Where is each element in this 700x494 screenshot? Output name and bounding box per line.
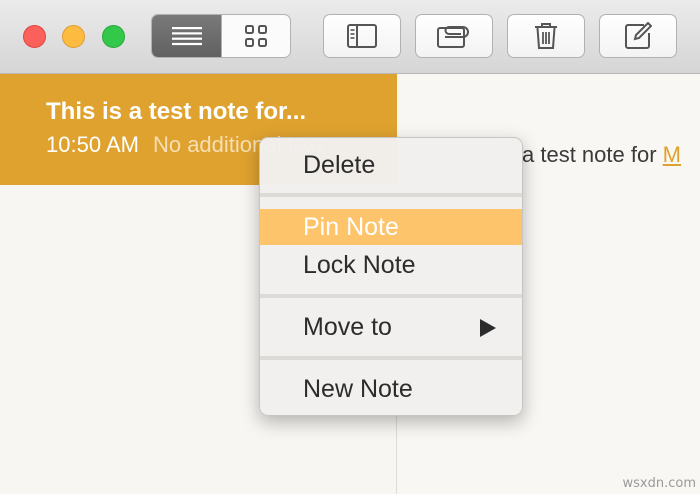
menu-item-label: Delete: [303, 150, 376, 179]
sidebar-toggle-icon: [347, 24, 377, 48]
editor-link[interactable]: M: [663, 142, 681, 167]
attachments-icon: [437, 26, 469, 48]
menu-separator: [260, 356, 522, 360]
menu-item-lock-note[interactable]: Lock Note: [260, 247, 522, 283]
sidebar-toggle-button[interactable]: [323, 14, 401, 58]
menu-separator: [260, 193, 522, 197]
watermark: wsxdn.com: [622, 476, 697, 491]
menu-item-move-to[interactable]: Move to: [260, 309, 522, 345]
maximize-window-button[interactable]: [102, 25, 125, 48]
menu-item-label: Pin Note: [303, 212, 399, 241]
gallery-view-icon: [245, 25, 267, 47]
attachments-button[interactable]: [415, 14, 493, 58]
minimize-window-button[interactable]: [62, 25, 85, 48]
editor-text: a test note for: [522, 142, 663, 167]
menu-item-label: New Note: [303, 374, 413, 403]
menu-item-pin-note[interactable]: Pin Note: [260, 209, 522, 245]
list-view-button[interactable]: [152, 15, 221, 57]
view-mode-segmented-control: [151, 14, 291, 58]
compose-button[interactable]: [599, 14, 677, 58]
menu-separator: [260, 294, 522, 298]
submenu-arrow-icon: [480, 319, 496, 337]
editor-body-text[interactable]: a test note for M: [522, 142, 681, 168]
toolbar: [0, 0, 700, 74]
menu-item-delete[interactable]: Delete: [260, 147, 522, 183]
compose-icon: [625, 22, 652, 49]
close-window-button[interactable]: [23, 25, 46, 48]
delete-button[interactable]: [507, 14, 585, 58]
note-title: This is a test note for...: [46, 98, 307, 125]
gallery-view-button[interactable]: [221, 15, 290, 57]
menu-item-new-note[interactable]: New Note: [260, 371, 522, 407]
list-view-icon: [171, 27, 202, 46]
context-menu: Delete Pin Note Lock Note Move to New No…: [259, 137, 523, 416]
menu-item-label: Move to: [303, 312, 392, 341]
note-time: 10:50 AM: [46, 132, 139, 157]
menu-item-label: Lock Note: [303, 250, 416, 279]
trash-icon: [535, 23, 557, 49]
